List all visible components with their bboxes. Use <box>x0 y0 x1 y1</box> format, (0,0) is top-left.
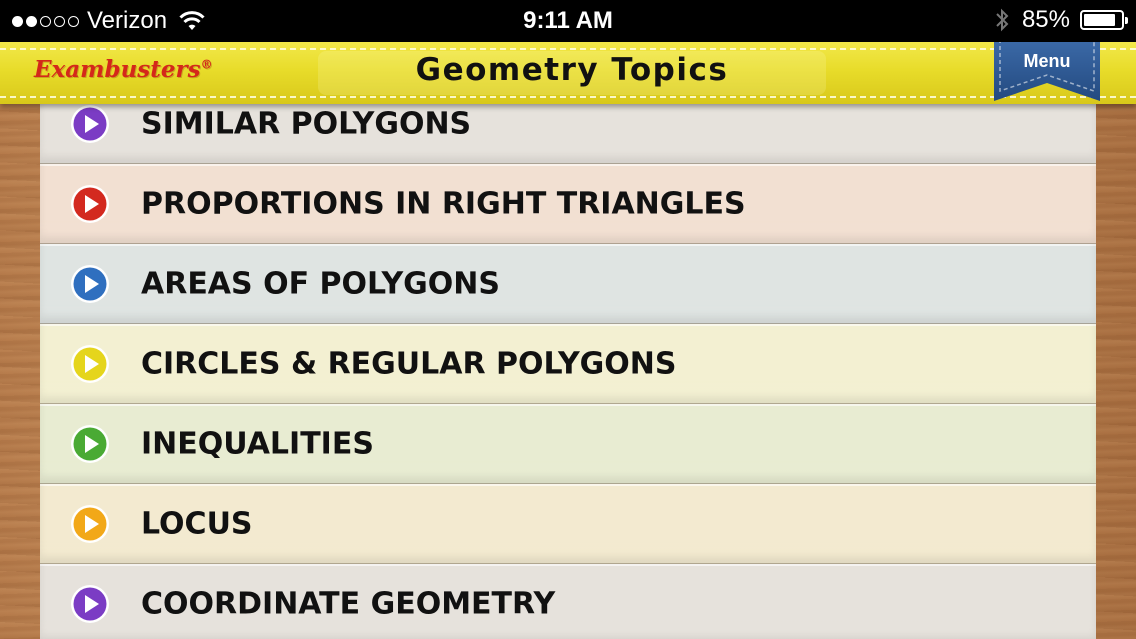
header-stitching-top <box>0 48 1136 50</box>
header-stitching-bottom <box>0 96 1136 98</box>
topic-list: SIMILAR POLYGONS PROPORTIONS IN RIGHT TR… <box>40 84 1096 639</box>
brand-registered-mark: ® <box>200 57 213 72</box>
play-icon <box>71 104 109 143</box>
app-screen: Verizon 9:11 AM 85% Exambusters® Geometr… <box>0 0 1136 639</box>
status-bar: Verizon 9:11 AM 85% <box>0 0 1136 42</box>
topic-row[interactable]: AREAS OF POLYGONS <box>40 244 1096 324</box>
topic-label: CIRCLES & REGULAR POLYGONS <box>141 346 677 381</box>
play-icon <box>71 584 109 623</box>
topic-row[interactable]: INEQUALITIES <box>40 404 1096 484</box>
topic-label: PROPORTIONS IN RIGHT TRIANGLES <box>141 186 746 221</box>
play-icon <box>71 344 109 383</box>
play-icon <box>71 264 109 303</box>
status-time: 9:11 AM <box>523 7 613 34</box>
topic-label: INEQUALITIES <box>141 426 374 461</box>
play-icon <box>71 504 109 543</box>
brand-logo: Exambusters® <box>34 56 213 83</box>
battery-icon <box>1080 10 1128 30</box>
brand-name: Exambusters <box>34 56 201 83</box>
topic-row[interactable]: CIRCLES & REGULAR POLYGONS <box>40 324 1096 404</box>
status-right: 85% <box>994 6 1128 34</box>
battery-level-fill <box>1084 14 1115 26</box>
topic-label: AREAS OF POLYGONS <box>141 266 501 301</box>
menu-label: Menu <box>1023 51 1071 71</box>
topic-row[interactable]: COORDINATE GEOMETRY <box>40 564 1096 639</box>
battery-percentage: 85% <box>1021 6 1070 33</box>
page-title: Geometry Topics <box>415 52 729 88</box>
bluetooth-icon <box>996 8 1009 32</box>
play-icon <box>71 184 109 223</box>
play-icon <box>71 424 109 463</box>
topic-row[interactable]: PROPORTIONS IN RIGHT TRIANGLES <box>40 164 1096 244</box>
topic-label: SIMILAR POLYGONS <box>141 106 472 141</box>
topic-row[interactable]: LOCUS <box>40 484 1096 564</box>
menu-button[interactable]: Menu <box>994 39 1100 101</box>
app-header: Exambusters® Geometry Topics Menu <box>0 39 1136 104</box>
topic-label: LOCUS <box>141 506 253 541</box>
topic-label: COORDINATE GEOMETRY <box>141 586 556 621</box>
